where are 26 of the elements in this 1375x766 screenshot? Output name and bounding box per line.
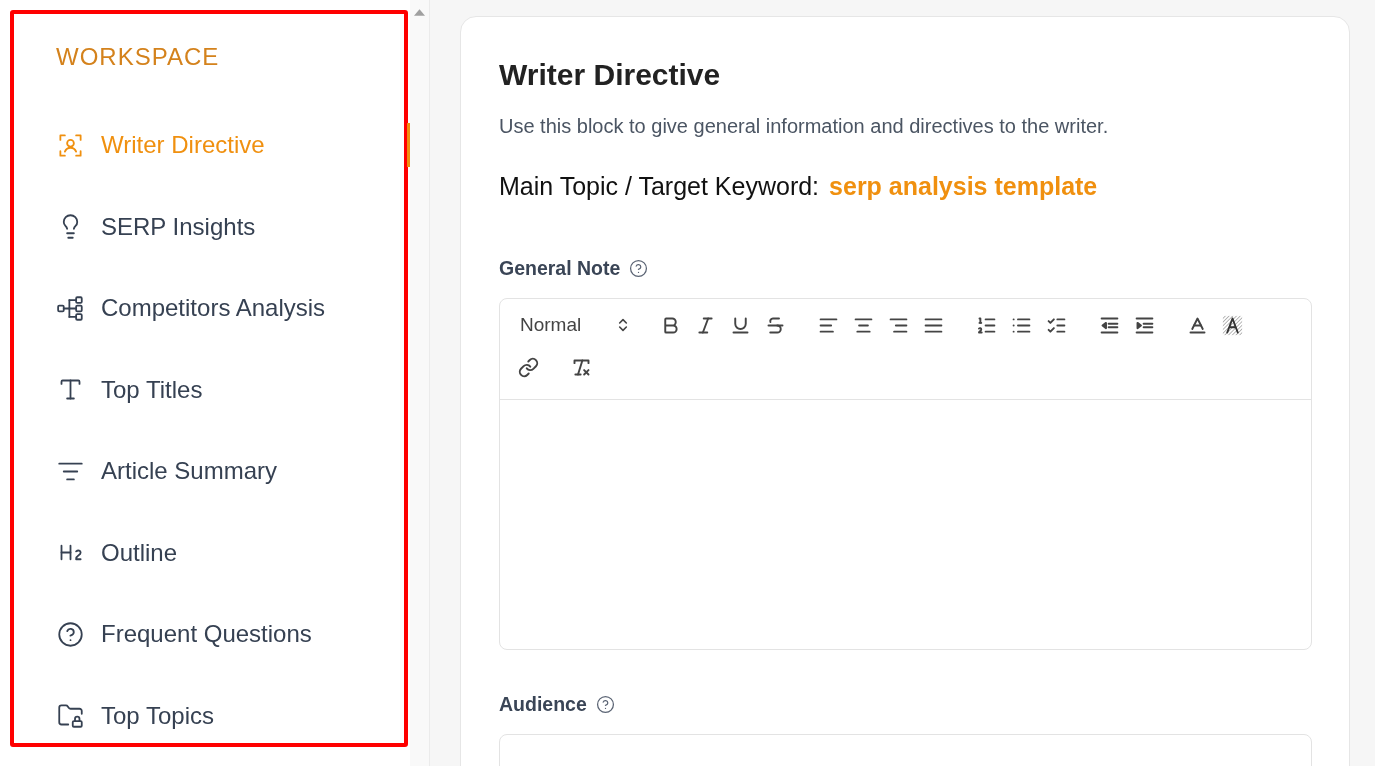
user-scan-icon (57, 131, 84, 159)
sidebar-item[interactable]: Outline (14, 527, 404, 578)
highlight-color-icon (1222, 314, 1243, 336)
help-icon[interactable] (595, 694, 615, 714)
folder-lock-icon (57, 702, 84, 729)
sidebar-item[interactable]: Article Summary (14, 446, 404, 496)
keyword-label: Main Topic / Target Keyword: (499, 171, 820, 201)
sidebar-item[interactable]: Competitors Analysis (14, 283, 404, 333)
section-description: Use this block to give general information and directives to the writer. (499, 114, 1109, 138)
keyword-value: serp analysis template (829, 171, 1098, 201)
help-icon (57, 620, 84, 648)
section-title: Writer Directive (499, 57, 721, 93)
field-label: Audience (499, 692, 587, 716)
sidebar-title: WORKSPACE (56, 42, 220, 72)
active-indicator (407, 123, 410, 167)
link-icon (518, 356, 539, 378)
flowchart-icon (57, 294, 84, 322)
sidebar-item[interactable]: Frequent Questions (14, 609, 404, 659)
rich-text-editor[interactable]: Normal (499, 298, 1312, 650)
sidebar-item[interactable]: Top Topics (14, 690, 404, 741)
sidebar-item[interactable]: SERP Insights (14, 201, 404, 252)
field-label: General Note (499, 256, 621, 280)
text-color-icon (1187, 314, 1208, 336)
sidebar-item[interactable]: Top Titles (14, 364, 404, 415)
help-icon[interactable] (629, 258, 649, 278)
format-select[interactable]: Normal (511, 311, 635, 339)
